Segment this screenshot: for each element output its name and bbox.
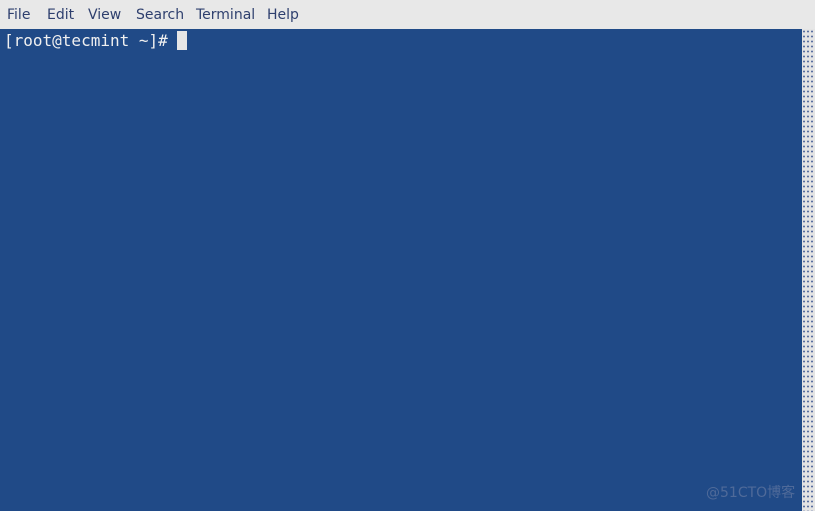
shell-prompt: [root@tecmint ~]#: [4, 31, 168, 50]
menu-bar: File Edit View Search Terminal Help: [0, 0, 815, 29]
watermark: @51CTO博客: [706, 485, 796, 501]
scrollbar[interactable]: [802, 29, 815, 511]
terminal-area[interactable]: [root@tecmint ~]#: [0, 29, 802, 511]
menu-view[interactable]: View: [88, 7, 121, 23]
text-cursor: [176, 31, 187, 50]
prompt-line: [root@tecmint ~]#: [4, 31, 187, 50]
menu-edit[interactable]: Edit: [47, 7, 74, 23]
menu-search[interactable]: Search: [136, 7, 184, 23]
menu-file[interactable]: File: [7, 7, 30, 23]
menu-terminal[interactable]: Terminal: [196, 7, 255, 23]
menu-help[interactable]: Help: [267, 7, 299, 23]
